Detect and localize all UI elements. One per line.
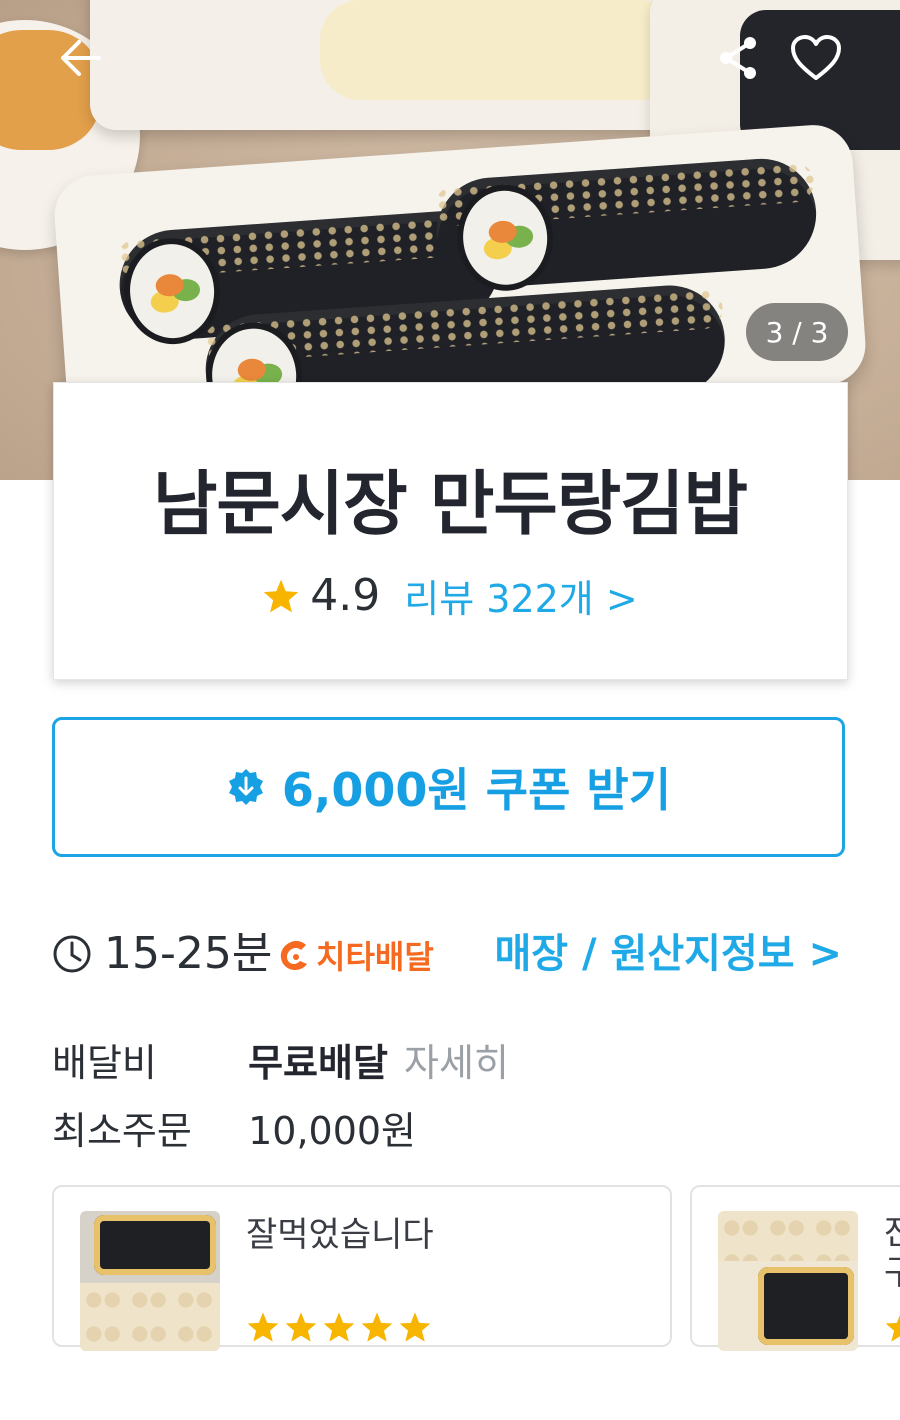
star-icon: [247, 1312, 279, 1342]
delivery-row: 15-25분 치타배달 매장 / 원산지정보 >: [52, 926, 852, 986]
star-icon: [285, 1312, 317, 1342]
back-button[interactable]: [52, 30, 108, 86]
review-card[interactable]: 잔 구: [690, 1185, 900, 1351]
review-stars: [884, 1311, 900, 1343]
delivery-fee-detail-link[interactable]: 자세히: [404, 1041, 509, 1085]
delivery-time: 15-25분: [104, 928, 273, 979]
delivery-fee-label: 배달비: [52, 1041, 157, 1085]
delivery-fee-row: 배달비 무료배달 자세히: [52, 1032, 509, 1087]
favorite-button[interactable]: [788, 30, 844, 86]
image-counter: 3 / 3: [746, 303, 848, 361]
rating-row: 4.9 리뷰 322개 >: [0, 568, 900, 623]
heart-outline-icon: [791, 35, 841, 80]
review-count-link[interactable]: 리뷰 322개 >: [404, 568, 637, 623]
store-origin-info-link[interactable]: 매장 / 원산지정보 >: [494, 926, 842, 982]
star-icon: [399, 1312, 431, 1342]
star-icon: [361, 1312, 393, 1342]
share-button[interactable]: [712, 32, 764, 84]
store-name: 남문시장 만두랑김밥: [153, 463, 748, 545]
cheetah-logo-icon: [280, 941, 307, 970]
review-stars: [246, 1311, 432, 1343]
review-photo: [80, 1211, 220, 1351]
review-card[interactable]: 잘먹었습니다: [52, 1185, 672, 1351]
rating-score: 4.9: [310, 570, 381, 621]
star-icon: [264, 579, 299, 612]
min-order-value: 10,000원: [248, 1109, 417, 1153]
cheetah-delivery-badge: 치타배달: [276, 932, 434, 978]
star-icon: [323, 1312, 355, 1342]
clock-icon: [53, 935, 91, 973]
top-plate: [90, 0, 710, 130]
download-badge-icon: [228, 769, 263, 805]
star-icon: [885, 1314, 900, 1342]
arrow-left-icon: [61, 40, 101, 76]
cheetah-delivery-label: 치타배달: [316, 938, 434, 976]
share-icon: [720, 37, 756, 79]
min-order-row: 최소주문 10,000원: [52, 1100, 416, 1155]
review-text: 잔 구: [884, 1213, 900, 1293]
coupon-download-button[interactable]: 6,000원 쿠폰 받기: [52, 717, 845, 857]
min-order-label: 최소주문: [52, 1109, 192, 1153]
delivery-fee-value: 무료배달: [248, 1041, 388, 1085]
review-text: 잘먹었습니다: [246, 1215, 434, 1255]
review-photo: [718, 1211, 858, 1351]
coupon-label: 6,000원 쿠폰 받기: [281, 763, 672, 817]
